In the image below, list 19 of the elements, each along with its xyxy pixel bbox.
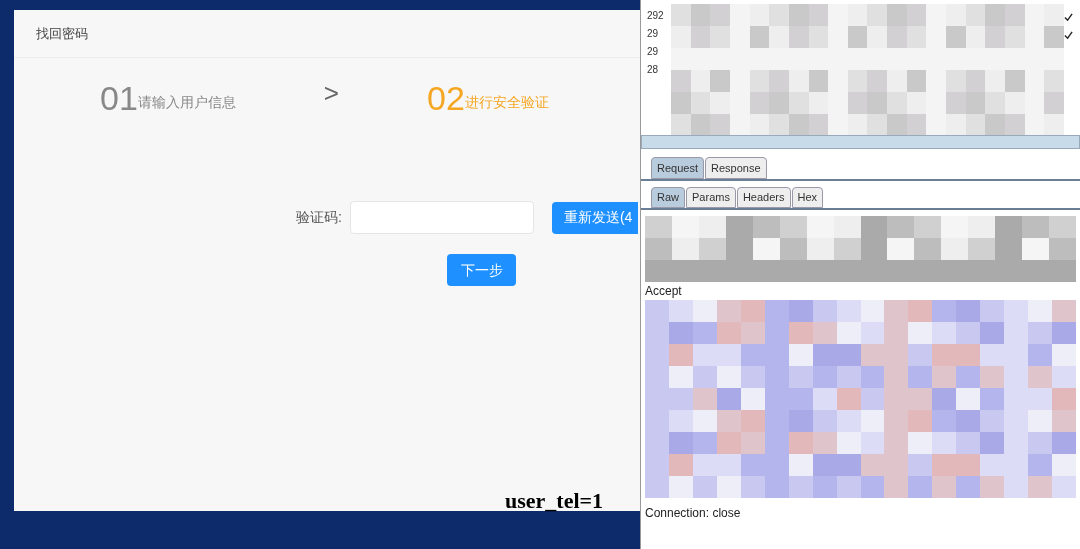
view-tab[interactable]: Raw [651, 187, 685, 208]
view-tab[interactable]: Params [686, 187, 736, 208]
step-indicator: 01请输入用户信息 [100, 81, 236, 115]
view-tab[interactable]: Headers [736, 187, 791, 208]
message-tab[interactable]: Request [651, 157, 704, 179]
page-title: 找回密码 [36, 24, 88, 43]
overlay-caption: user_tel=1 [505, 487, 604, 515]
row-number: 28 [646, 63, 660, 77]
view-tab[interactable]: Hex [791, 187, 824, 208]
step-separator: > [323, 77, 339, 110]
step-indicator: 02进行安全验证 [427, 81, 549, 115]
row-number: 29 [646, 45, 660, 59]
request-line: Accept [645, 283, 683, 300]
row-number: 29 [646, 27, 660, 41]
code-input[interactable] [349, 201, 534, 234]
request-line: Connection: close [645, 505, 742, 522]
message-tab[interactable]: Response [705, 157, 767, 179]
code-label: 验证码: [296, 208, 342, 227]
row-number: 292 [646, 9, 665, 23]
